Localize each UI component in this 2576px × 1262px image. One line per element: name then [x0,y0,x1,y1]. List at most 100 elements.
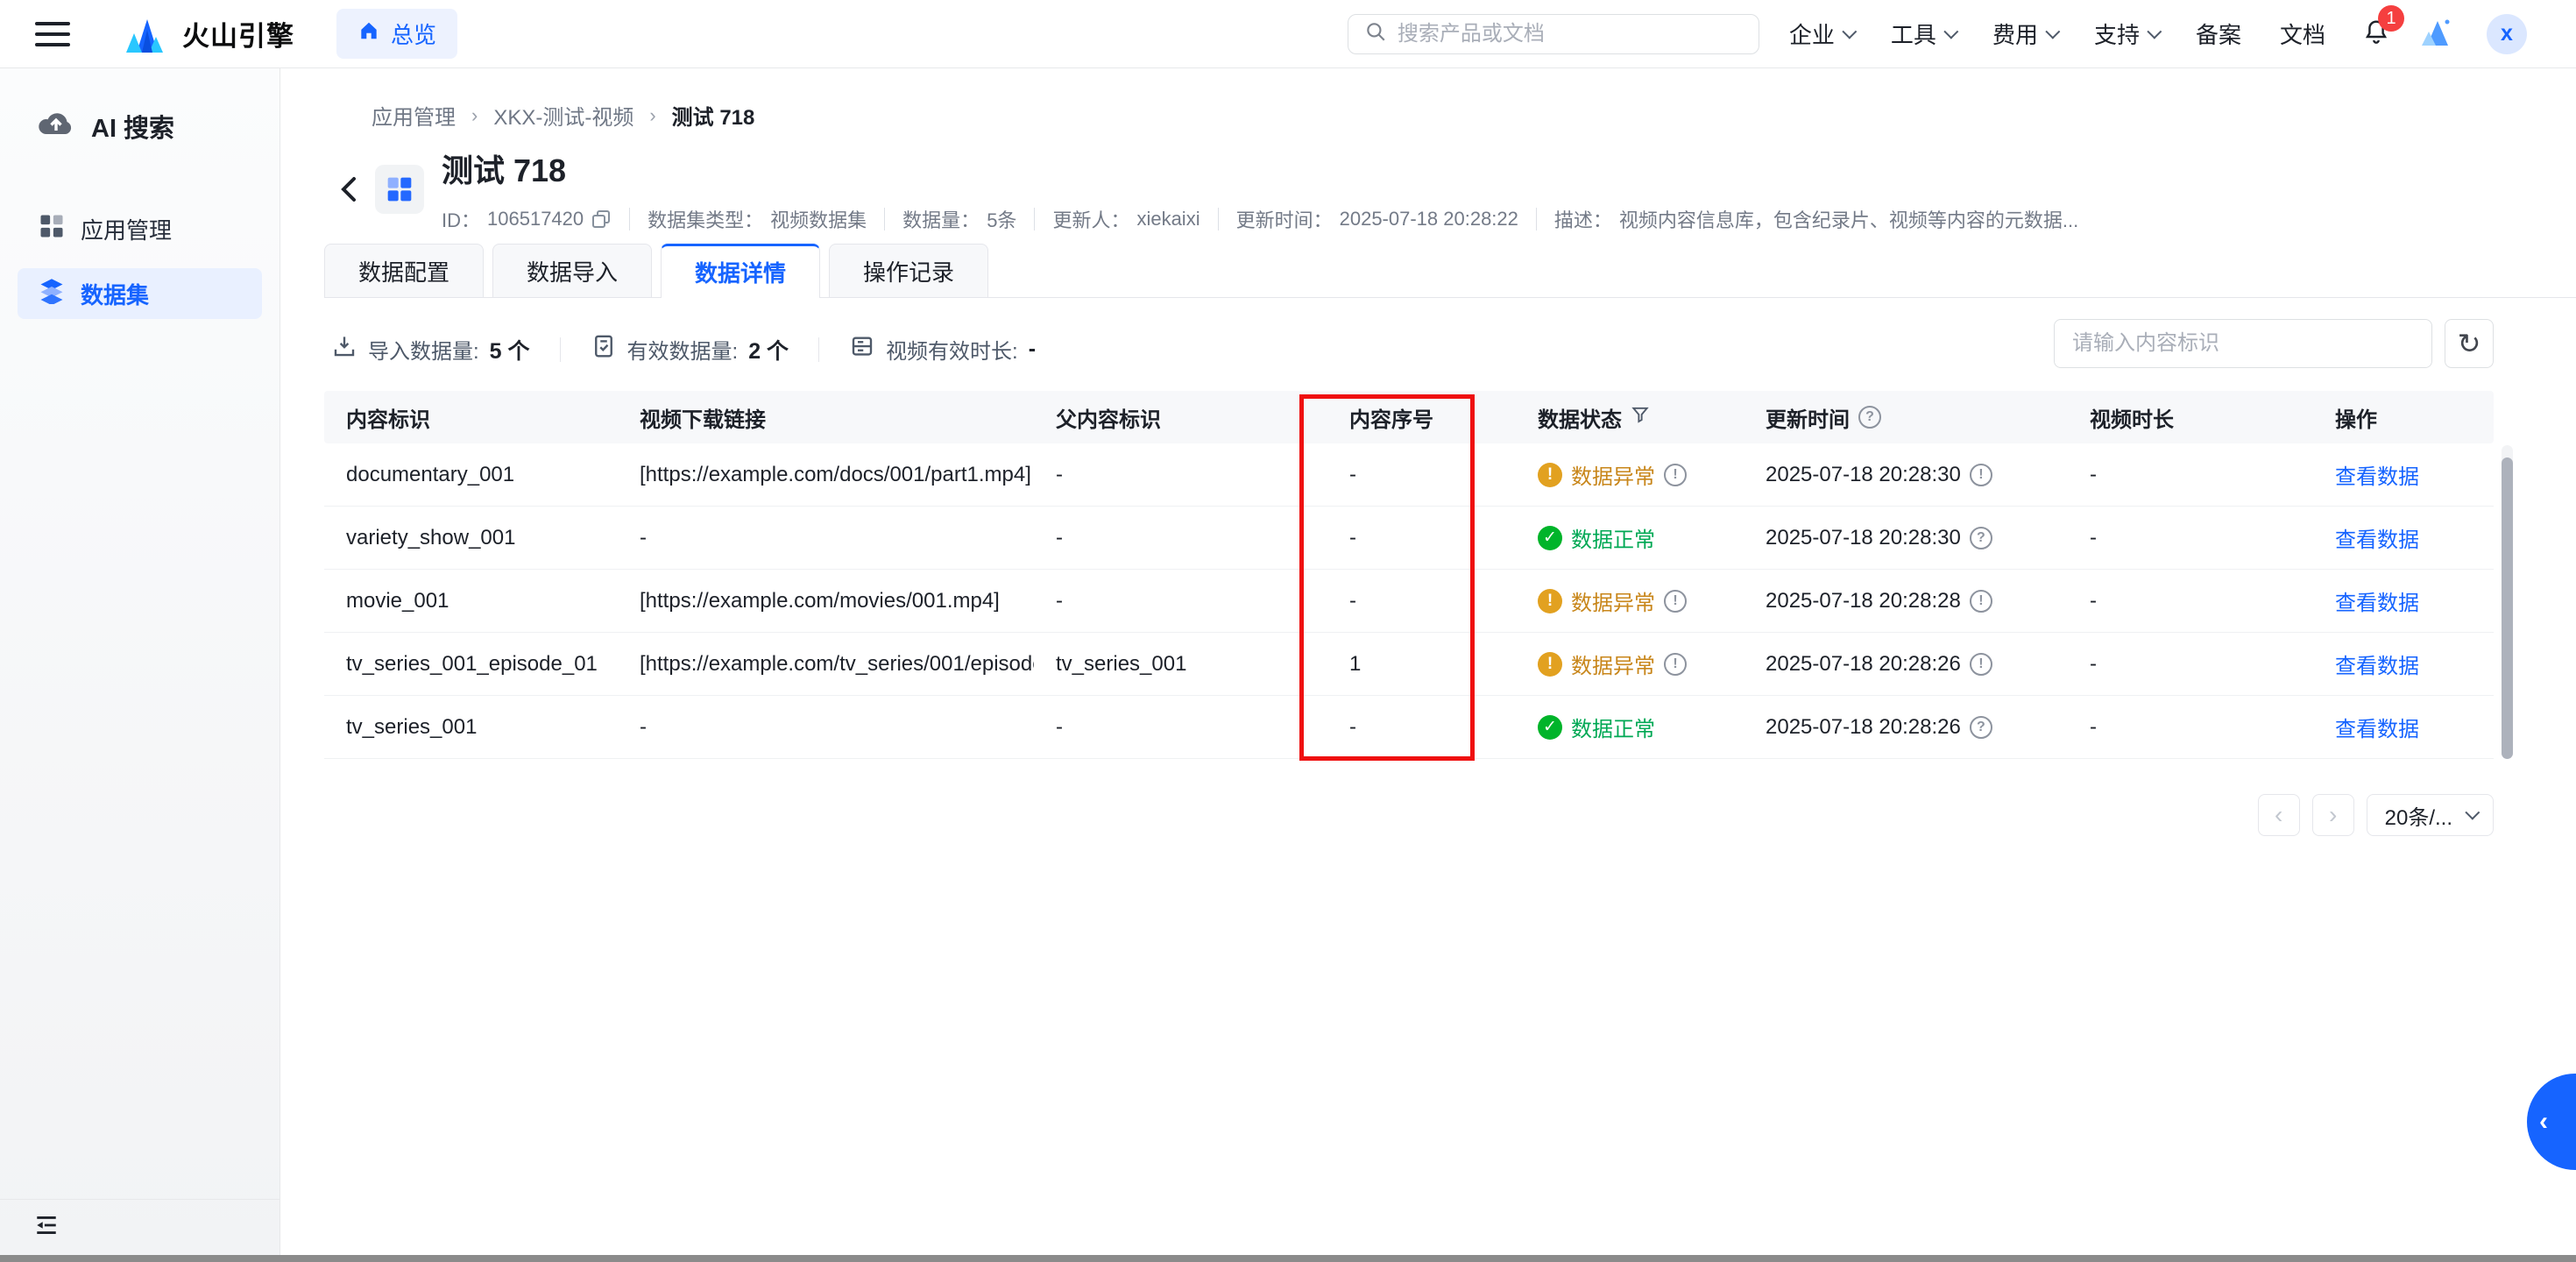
column-label: 视频下载链接 [640,402,766,433]
topnav-icp[interactable]: 备案 [2196,18,2241,50]
global-search[interactable] [1348,14,1759,54]
layers-icon [39,278,65,310]
cell-status: ✓数据正常 [1516,712,1744,742]
help-icon[interactable]: ? [1970,527,1992,549]
status-label: 数据异常 [1571,585,1655,616]
meta-dataset-type: 数据集类型：视频数据集 [648,205,867,233]
sidebar-item-dataset[interactable]: 数据集 [18,268,262,319]
column-header-数据状态: 数据状态 [1516,402,1744,433]
hamburger-menu-icon[interactable] [35,22,70,46]
copy-icon[interactable] [591,209,612,230]
chevron-left-icon: ‹ [2275,801,2282,829]
cell-actions: 查看数据 [2313,712,2494,742]
info-icon[interactable]: ! [1664,653,1687,676]
updated-time: 2025-07-18 20:28:30 [1766,526,1961,550]
cloud-upload-icon [37,107,75,145]
filter-icon[interactable] [1631,405,1650,430]
tab-data-config[interactable]: 数据配置 [324,244,484,297]
content-id-filter-input[interactable] [2054,319,2432,368]
cell-content-id: documentary_001 [324,463,618,487]
table-scrollbar-thumb[interactable] [2502,457,2513,759]
column-header-操作: 操作 [2313,402,2494,433]
cell-download-url: [https://example.com/docs/001/part1.mp4] [618,463,1034,487]
refresh-button[interactable]: ↻ [2445,319,2494,368]
column-label: 内容标识 [346,402,430,433]
cell-seq: - [1327,715,1516,740]
meta-data-count: 数据量：5条 [902,205,1016,233]
chevron-down-icon [1943,24,1958,39]
cell-updated: 2025-07-18 20:28:26? [1744,715,2068,740]
cell-download-url: [https://example.com/movies/001.mp4] [618,589,1034,613]
breadcrumb-app-management[interactable]: 应用管理 [372,100,456,131]
tab-data-details[interactable]: 数据详情 [661,244,820,298]
dataset-meta: ID：106517420 数据集类型：视频数据集 数据量：5条 [442,205,2078,233]
help-icon[interactable]: ? [1858,406,1881,429]
info-icon[interactable]: ! [1664,590,1687,613]
cell-actions: 查看数据 [2313,649,2494,679]
tab-operation-log[interactable]: 操作记录 [829,244,988,297]
collapse-sidebar-icon[interactable] [33,1212,60,1243]
stats-row: 导入数据量:5 个 有效数据量:2 个 视频有效时长:- [331,333,1036,365]
duration-icon [849,333,875,365]
cell-parent-id: tv_series_001 [1034,652,1327,677]
view-data-link[interactable]: 查看数据 [2335,712,2419,742]
cell-updated: 2025-07-18 20:28:30! [1744,463,2068,487]
product-title: AI 搜索 [0,68,280,145]
back-button[interactable] [329,163,368,216]
console-logo-icon[interactable] [2420,16,2455,52]
sidebar-item-app-management[interactable]: 应用管理 [18,203,262,254]
topnav-enterprise[interactable]: 企业 [1789,18,1852,50]
warning-icon: ! [1538,589,1562,613]
bell-icon [2362,34,2390,49]
alert-icon[interactable]: ! [1970,653,1992,676]
home-icon [357,19,380,48]
column-header-内容序号: 内容序号 [1327,402,1516,433]
topnav-support[interactable]: 支持 [2094,18,2157,50]
next-page-button[interactable]: › [2312,794,2354,836]
page-size-select[interactable]: 20条/... [2367,794,2494,836]
overview-button[interactable]: 总览 [336,9,457,59]
cell-duration: - [2068,652,2313,677]
prev-page-button[interactable]: ‹ [2258,794,2300,836]
topnav-tools[interactable]: 工具 [1891,18,1954,50]
view-data-link[interactable]: 查看数据 [2335,522,2419,553]
table-toolbar: ↻ [2054,319,2494,368]
column-label: 更新时间 [1766,402,1850,433]
breadcrumb-xkx-test-video[interactable]: XKX-测试-视频 [493,100,633,131]
topnav-docs[interactable]: 文档 [2280,18,2325,50]
updated-time: 2025-07-18 20:28:26 [1766,652,1961,677]
import-icon [331,333,357,365]
column-label: 父内容标识 [1056,402,1161,433]
column-label: 内容序号 [1349,402,1433,433]
status-label: 数据异常 [1571,459,1655,490]
cell-actions: 查看数据 [2313,585,2494,616]
meta-id: ID：106517420 [442,205,612,233]
warning-icon: ! [1538,463,1562,487]
column-header-父内容标识: 父内容标识 [1034,402,1327,433]
view-data-link[interactable]: 查看数据 [2335,585,2419,616]
topnav-menu: 企业 工具 费用 支持 备案 文档 [1789,18,2325,50]
view-data-link[interactable]: 查看数据 [2335,649,2419,679]
cell-seq: - [1327,463,1516,487]
chevron-left-icon: ‹ [2539,1107,2548,1137]
status-label: 数据异常 [1571,649,1655,679]
column-label: 视频时长 [2090,402,2174,433]
info-icon[interactable]: ! [1664,464,1687,486]
tab-data-import[interactable]: 数据导入 [492,244,652,297]
global-search-input[interactable] [1398,22,1743,46]
help-icon[interactable]: ? [1970,716,1992,739]
cell-actions: 查看数据 [2313,459,2494,490]
cell-updated: 2025-07-18 20:28:30? [1744,526,2068,550]
topnav-billing[interactable]: 费用 [1992,18,2056,50]
view-data-link[interactable]: 查看数据 [2335,459,2419,490]
alert-icon[interactable]: ! [1970,590,1992,613]
user-avatar[interactable]: x [2487,14,2527,54]
cell-duration: - [2068,463,2313,487]
notifications-button[interactable]: 1 [2362,18,2390,50]
meta-divider [1034,208,1035,230]
brand-logo[interactable]: 火山引擎 [121,11,294,57]
topbar: 火山引擎 总览 企业 工具 费用 支持 备案 文档 1 [0,0,2576,68]
cell-content-id: tv_series_001_episode_01 [324,652,618,677]
alert-icon[interactable]: ! [1970,464,1992,486]
meta-description: 描述：视频内容信息库，包含纪录片、视频等内容的元数据... [1554,205,2078,233]
